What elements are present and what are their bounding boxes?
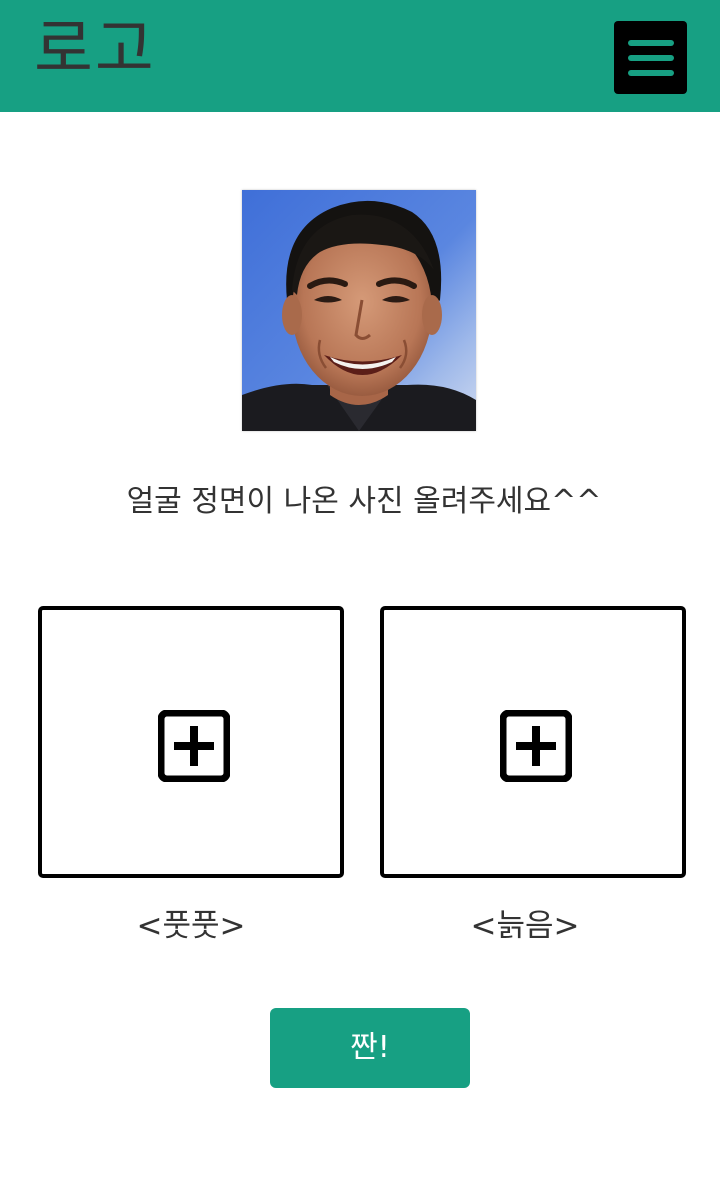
upload-slot-old[interactable]	[380, 606, 686, 878]
upload-instruction-text: 얼굴 정면이 나온 사진 올려주세요^^	[126, 484, 602, 519]
logo[interactable]: 로고	[34, 14, 156, 86]
hamburger-menu-icon-bar	[627, 54, 674, 61]
header-bar: 로고	[0, 0, 720, 112]
plus-square-icon	[500, 710, 572, 782]
hamburger-menu-icon-bar	[627, 69, 674, 76]
upload-slot-young[interactable]	[38, 606, 344, 878]
face-image	[242, 190, 476, 431]
upload-slot-old-label: <늙음>	[470, 908, 580, 944]
profile-photo	[242, 190, 476, 431]
upload-slot-young-label: <풋풋>	[136, 908, 246, 944]
hamburger-menu-button[interactable]	[614, 21, 687, 94]
plus-square-icon	[158, 710, 230, 782]
submit-button[interactable]: 짠!	[270, 1008, 470, 1088]
hamburger-menu-icon	[627, 39, 674, 46]
